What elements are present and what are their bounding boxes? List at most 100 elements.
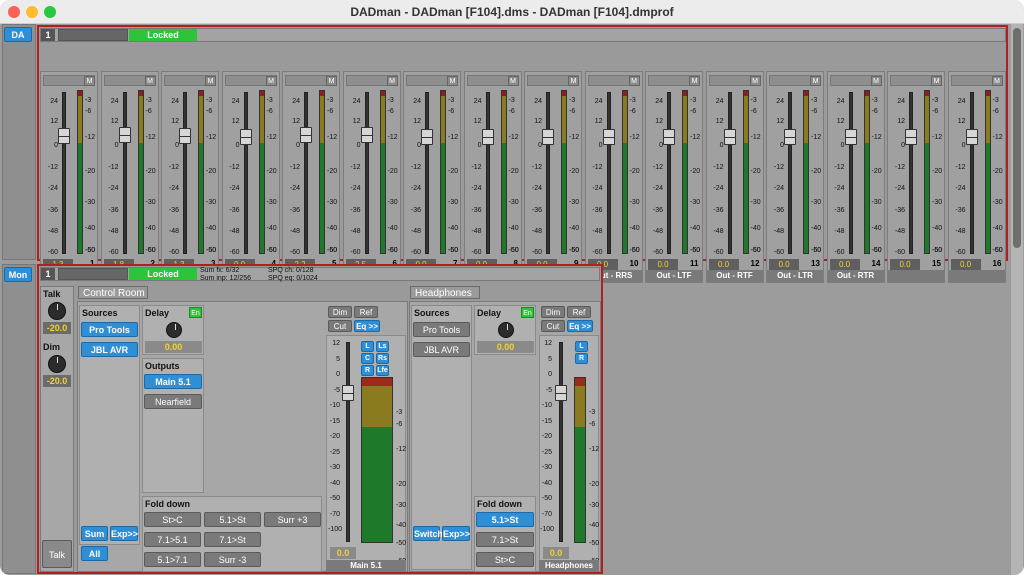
- cr-cut-button[interactable]: Cut: [328, 320, 352, 332]
- meter-scale-label: -3: [992, 97, 999, 104]
- hp-fold-5-1-st[interactable]: 5.1>St: [476, 512, 534, 527]
- cr-fold-5-1-st[interactable]: 5.1>St: [204, 512, 261, 527]
- fader-knob[interactable]: [844, 129, 857, 145]
- fader-scale-label: -24: [229, 185, 240, 192]
- cr-exp-button[interactable]: Exp>>: [110, 526, 138, 541]
- fader-knob[interactable]: [542, 129, 554, 145]
- cr-channel-r[interactable]: R: [361, 365, 374, 376]
- talk-button[interactable]: Talk: [42, 540, 72, 568]
- hp-fold-7-1-st[interactable]: 7.1>St: [476, 532, 534, 547]
- cr-all-button[interactable]: All: [81, 546, 108, 561]
- mute-button[interactable]: M: [507, 76, 519, 86]
- cr-source-pro-tools[interactable]: Pro Tools: [81, 322, 138, 337]
- mute-button[interactable]: M: [749, 76, 761, 86]
- mon-locked-badge[interactable]: Locked: [129, 268, 197, 280]
- fader-knob[interactable]: [179, 127, 191, 144]
- sum-fx-stat: Sum fx: 6/32: [200, 267, 240, 274]
- scrollbar-thumb[interactable]: [1013, 28, 1021, 248]
- fader-scale-label: 0: [598, 142, 603, 149]
- hp-eq-button[interactable]: Eq >>: [567, 320, 593, 332]
- meter-scale-label: -6: [932, 108, 939, 115]
- minimize-window-button[interactable]: [26, 6, 38, 18]
- hp-delay-enable[interactable]: En: [521, 307, 534, 318]
- fader-knob[interactable]: [784, 129, 796, 145]
- hp-source-pro-tools[interactable]: Pro Tools: [413, 322, 470, 337]
- hp-fader-knob[interactable]: [555, 385, 567, 401]
- meter-scale-label: -12: [145, 134, 156, 141]
- hp-source-jbl-avr[interactable]: JBL AVR: [413, 342, 470, 357]
- cr-dim-button[interactable]: Dim: [328, 306, 352, 318]
- fader-knob[interactable]: [481, 129, 494, 145]
- fader-knob[interactable]: [723, 129, 736, 145]
- fader-knob[interactable]: [58, 127, 70, 144]
- mute-button[interactable]: M: [447, 76, 458, 86]
- cr-eq-button[interactable]: Eq >>: [354, 320, 380, 332]
- close-window-button[interactable]: [8, 6, 20, 18]
- meter-scale-label: -12: [871, 134, 882, 141]
- hp-ref-button[interactable]: Ref: [567, 306, 591, 318]
- mute-button[interactable]: M: [568, 76, 579, 86]
- hp-exp-button[interactable]: Exp>>: [442, 526, 470, 541]
- mute-button[interactable]: M: [84, 76, 95, 86]
- fader-knob[interactable]: [118, 127, 131, 144]
- tab-da[interactable]: DA: [4, 27, 32, 42]
- cr-channel-ls[interactable]: Ls: [376, 341, 389, 352]
- cr-channel-l[interactable]: L: [361, 341, 374, 352]
- hp-dim-button[interactable]: Dim: [541, 306, 565, 318]
- hp-channel-l[interactable]: L: [575, 341, 588, 352]
- hp-channel-r[interactable]: R: [575, 353, 588, 364]
- hp-fold-st-c[interactable]: St>C: [476, 552, 534, 567]
- cr-delay-knob[interactable]: [166, 322, 182, 338]
- tab-mon[interactable]: Mon: [4, 267, 32, 282]
- cr-fold-7-1-st[interactable]: 7.1>St: [204, 532, 261, 547]
- da-name-field[interactable]: [58, 29, 128, 41]
- mute-button[interactable]: M: [870, 76, 882, 86]
- cr-fold-surr-minus-3[interactable]: Surr -3: [204, 552, 261, 567]
- cr-fold-5-1-7-1[interactable]: 5.1>7.1: [144, 552, 201, 567]
- cr-sum-button[interactable]: Sum: [81, 526, 108, 541]
- channel-name: [948, 270, 1005, 282]
- talk-knob[interactable]: [48, 302, 66, 320]
- fader-knob[interactable]: [905, 129, 917, 145]
- dim-knob[interactable]: [48, 355, 66, 373]
- cr-ref-button[interactable]: Ref: [354, 306, 378, 318]
- mute-button[interactable]: M: [144, 76, 156, 86]
- mute-button[interactable]: M: [386, 76, 398, 86]
- mute-button[interactable]: M: [810, 76, 821, 86]
- hp-switch-button[interactable]: Switch: [413, 526, 443, 541]
- cr-delay-enable[interactable]: En: [189, 307, 202, 318]
- mute-button[interactable]: M: [265, 76, 277, 86]
- cr-fold-st-c[interactable]: St>C: [144, 512, 201, 527]
- hp-delay-knob[interactable]: [498, 322, 514, 338]
- fader-knob[interactable]: [421, 129, 433, 145]
- fader-knob[interactable]: [965, 129, 978, 145]
- fader-knob[interactable]: [663, 129, 675, 145]
- da-locked-badge[interactable]: Locked: [129, 29, 197, 41]
- fader-knob[interactable]: [300, 127, 312, 144]
- mute-button[interactable]: M: [326, 76, 337, 86]
- mute-button[interactable]: M: [991, 76, 1003, 86]
- fader-knob[interactable]: [239, 129, 252, 145]
- cr-fold-7-1-5-1[interactable]: 7.1>5.1: [144, 532, 201, 547]
- fader-knob[interactable]: [360, 126, 373, 143]
- cr-fold-surr-plus-3[interactable]: Surr +3: [264, 512, 321, 527]
- cr-channel-rs[interactable]: Rs: [376, 353, 389, 364]
- mute-button[interactable]: M: [205, 76, 216, 86]
- cr-channel-lfe[interactable]: Lfe: [376, 365, 389, 376]
- cr-output-main-5-1[interactable]: Main 5.1: [144, 374, 202, 389]
- meter-scale-label: -12: [629, 134, 640, 141]
- mute-button[interactable]: M: [931, 76, 942, 86]
- zoom-window-button[interactable]: [44, 6, 56, 18]
- fader-knob[interactable]: [602, 129, 615, 145]
- channel-strip: M 24 12 0 -12 -24 -36 -48 -60 -3 -6 -12 -20 -30 -40 -50…: [947, 71, 1006, 283]
- mute-button[interactable]: M: [628, 76, 640, 86]
- cr-fader-knob[interactable]: [342, 385, 354, 401]
- cr-channel-c[interactable]: C: [361, 353, 374, 364]
- hp-cut-button[interactable]: Cut: [541, 320, 565, 332]
- mon-name-field[interactable]: [58, 268, 128, 280]
- cr-output-nearfield[interactable]: Nearfield: [144, 394, 202, 409]
- mute-button[interactable]: M: [689, 76, 700, 86]
- fader-scale-label: 0: [538, 142, 542, 149]
- meter-scale-label: -40: [448, 225, 459, 232]
- cr-source-jbl-avr[interactable]: JBL AVR: [81, 342, 138, 357]
